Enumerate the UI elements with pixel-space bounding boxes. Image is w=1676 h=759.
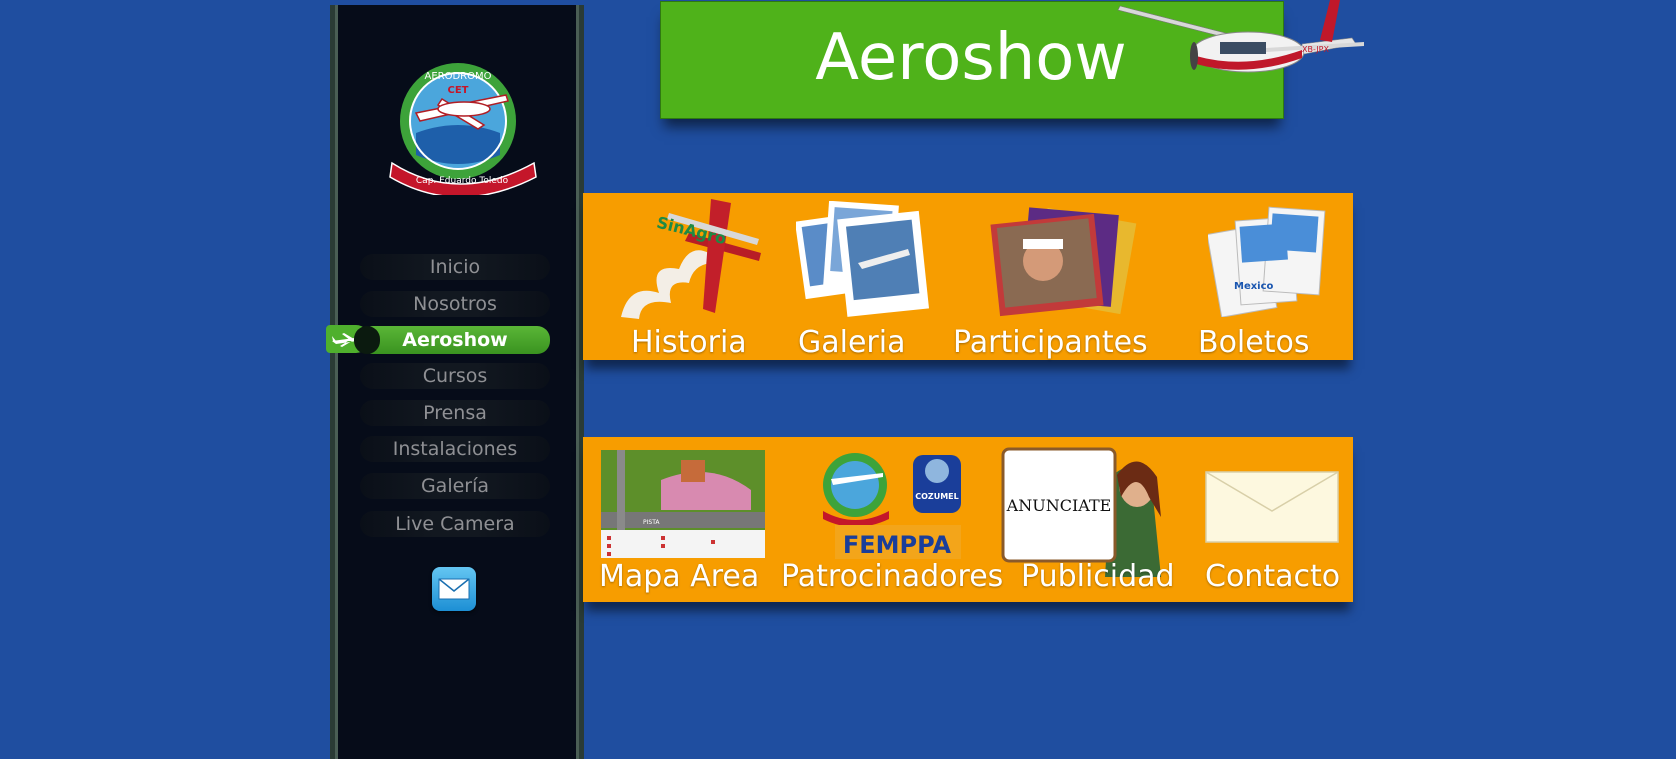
- aerodromo-logo[interactable]: Cap. Eduardo Toledo AERODROMO CET: [386, 55, 542, 195]
- sidebar: Cap. Eduardo Toledo AERODROMO CET Inicio…: [326, 5, 584, 759]
- nav-item-prensa[interactable]: Prensa: [360, 400, 550, 426]
- svg-text:XB-JPX: XB-JPX: [1302, 45, 1329, 54]
- nav-item-inicio[interactable]: Inicio: [360, 254, 550, 280]
- svg-text:Cap. Eduardo Toledo: Cap. Eduardo Toledo: [416, 176, 509, 186]
- tile-label-boletos: Boletos: [1198, 325, 1310, 360]
- tile-participantes[interactable]: Participantes: [953, 193, 1153, 360]
- nav-item-label: Aeroshow: [402, 329, 508, 351]
- tile-label-patrocinadores: Patrocinadores: [781, 559, 1004, 594]
- svg-text:Mexico: Mexico: [1234, 281, 1274, 292]
- aerobatic-plane-image: SinAgro: [621, 199, 761, 319]
- svg-text:CET: CET: [448, 85, 469, 96]
- tile-publicidad[interactable]: ANUNCIATE Publicidad: [1001, 437, 1181, 602]
- sponsor-logos-image: COZUMEL FEMPPA: [823, 453, 961, 559]
- nav-item-nosotros[interactable]: Nosotros: [360, 291, 550, 317]
- tile-label-mapa-area: Mapa Area: [599, 559, 760, 594]
- svg-text:PISTA: PISTA: [643, 519, 660, 526]
- plane-image: XB-JPX: [1117, 0, 1364, 73]
- tile-galeria[interactable]: Galeria: [788, 193, 938, 360]
- panel-aeroshow-info: SinAgro Historia Galeria Participantes M…: [583, 193, 1353, 360]
- tile-mapa-area[interactable]: PISTA Mapa Area: [599, 437, 769, 602]
- tile-label-contacto: Contacto: [1205, 559, 1341, 594]
- svg-text:COZUMEL: COZUMEL: [915, 492, 959, 501]
- envelope-icon: [1205, 471, 1339, 543]
- tile-patrocinadores[interactable]: COZUMEL FEMPPA Patrocinadores: [781, 437, 1003, 602]
- svg-text:AERODROMO: AERODROMO: [425, 71, 492, 82]
- svg-text:ANUNCIATE: ANUNCIATE: [1006, 496, 1112, 515]
- photo-stack-image: [796, 201, 929, 317]
- nav-item-instalaciones[interactable]: Instalaciones: [360, 436, 550, 462]
- nav-item-cursos[interactable]: Cursos: [360, 363, 550, 389]
- tile-label-galeria: Galeria: [798, 325, 906, 360]
- envelope-icon[interactable]: [432, 567, 476, 611]
- area-map-image: PISTA: [601, 450, 765, 558]
- tile-label-historia: Historia: [631, 325, 747, 360]
- tile-boletos[interactable]: Mexico Boletos: [1198, 193, 1348, 360]
- nav-item-galeria[interactable]: Galería: [360, 473, 550, 499]
- tile-label-publicidad: Publicidad: [1021, 559, 1175, 594]
- tile-historia[interactable]: SinAgro Historia: [613, 193, 773, 360]
- tile-label-participantes: Participantes: [953, 325, 1148, 360]
- nav-item-live-camera[interactable]: Live Camera: [360, 511, 550, 537]
- page-title: Aeroshow: [815, 21, 1127, 95]
- svg-text:FEMPPA: FEMPPA: [843, 531, 952, 559]
- panel-aeroshow-services: PISTA Mapa Area COZUMEL FEMPPA Patrocina…: [583, 437, 1353, 602]
- pilots-photo-image: [990, 207, 1137, 317]
- tickets-image: Mexico: [1208, 206, 1326, 317]
- tile-contacto[interactable]: Contacto: [1201, 437, 1351, 602]
- nav-item-aeroshow[interactable]: Aeroshow: [354, 326, 550, 354]
